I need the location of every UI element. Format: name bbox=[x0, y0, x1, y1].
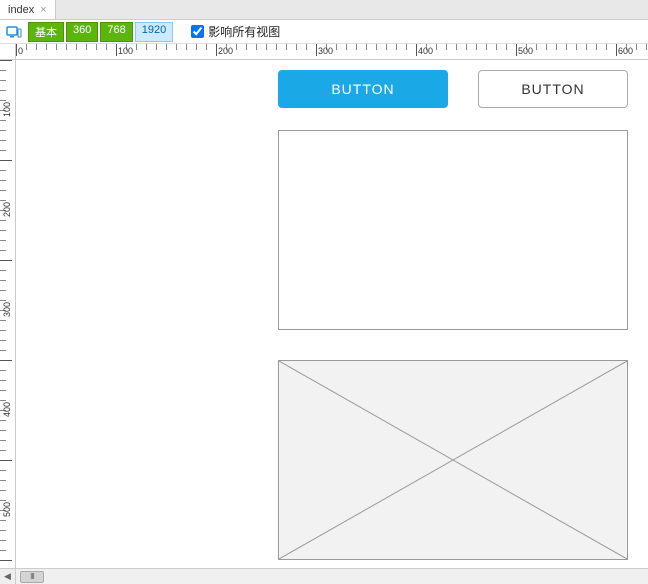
ruler-h-label: 600 bbox=[618, 46, 633, 56]
ruler-corner bbox=[0, 44, 16, 60]
breakpoint-768[interactable]: 768 bbox=[100, 22, 132, 42]
scroll-left-arrow[interactable]: ◀ bbox=[0, 569, 16, 584]
tab-title: index bbox=[8, 4, 34, 16]
horizontal-ruler: 0 100 200 300 400 500 600 bbox=[16, 44, 648, 60]
breakpoint-360[interactable]: 360 bbox=[66, 22, 98, 42]
scroll-track[interactable]: III bbox=[16, 569, 648, 584]
horizontal-scrollbar[interactable]: ◀ III bbox=[0, 568, 648, 584]
ruler-h-label: 300 bbox=[318, 46, 333, 56]
ruler-h-label: 100 bbox=[118, 46, 133, 56]
affect-all-views[interactable]: 影响所有视图 bbox=[191, 23, 280, 40]
ruler-h-label: 500 bbox=[518, 46, 533, 56]
scroll-thumb[interactable]: III bbox=[20, 571, 44, 583]
ruler-h-label: 400 bbox=[418, 46, 433, 56]
affect-all-label: 影响所有视图 bbox=[208, 23, 280, 40]
ruler-h-label: 200 bbox=[218, 46, 233, 56]
rectangle-widget[interactable] bbox=[278, 130, 628, 330]
placeholder-x-icon bbox=[279, 361, 627, 559]
ruler-v-label: 200 bbox=[2, 202, 12, 217]
tab-bar: index × bbox=[0, 0, 648, 20]
button-primary[interactable]: BUTTON bbox=[278, 70, 448, 108]
breakpoint-1920[interactable]: 1920 bbox=[135, 22, 173, 42]
workspace: 0 100 200 300 400 500 600 100 200 300 400 500 BUTT… bbox=[0, 44, 648, 584]
breakpoint-group: 基本 360 768 1920 bbox=[28, 22, 173, 42]
vertical-ruler: 100 200 300 400 500 bbox=[0, 60, 16, 568]
ruler-h-label: 0 bbox=[18, 46, 23, 56]
ruler-v-label: 500 bbox=[2, 502, 12, 517]
design-canvas[interactable]: BUTTON BUTTON bbox=[16, 60, 648, 568]
ruler-v-label: 100 bbox=[2, 102, 12, 117]
close-icon[interactable]: × bbox=[40, 4, 46, 16]
breakpoint-toolbar: 基本 360 768 1920 影响所有视图 bbox=[0, 20, 648, 44]
breakpoint-basic[interactable]: 基本 bbox=[28, 22, 64, 42]
ruler-v-label: 400 bbox=[2, 402, 12, 417]
affect-all-checkbox[interactable] bbox=[191, 25, 204, 38]
document-tab[interactable]: index × bbox=[0, 0, 56, 19]
image-placeholder[interactable] bbox=[278, 360, 628, 560]
button-outline[interactable]: BUTTON bbox=[478, 70, 628, 108]
ruler-v-label: 300 bbox=[2, 302, 12, 317]
device-icon bbox=[6, 26, 22, 38]
